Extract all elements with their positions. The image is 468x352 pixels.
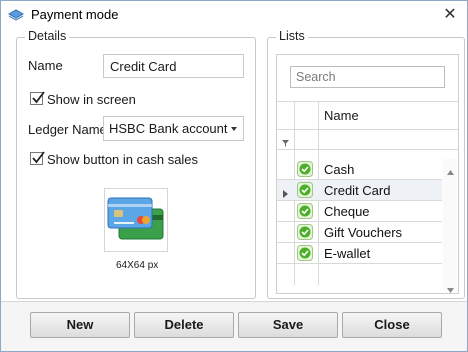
window-title: Payment mode <box>31 7 119 22</box>
scroll-up-icon[interactable] <box>447 163 454 178</box>
list-item[interactable]: Cash <box>277 159 442 180</box>
save-button[interactable]: Save <box>238 312 338 338</box>
list-item[interactable]: Credit Card <box>277 180 442 201</box>
payment-mode-window: Payment mode ✕ Details Name Show in scre… <box>0 0 468 352</box>
search-input[interactable] <box>290 66 445 88</box>
dialog-body: Details Name Show in screen Ledger Name … <box>1 29 467 351</box>
ledger-name-dropdown[interactable]: HSBC Bank account <box>103 116 244 141</box>
show-in-screen-label: Show in screen <box>47 92 136 107</box>
list-item-name: Cash <box>324 162 355 177</box>
close-window-icon[interactable]: ✕ <box>437 2 463 28</box>
show-button-label: Show button in cash sales <box>47 152 199 167</box>
current-row-indicator-icon <box>283 186 288 201</box>
new-button[interactable]: New <box>30 312 130 338</box>
rows-container: Cash Credit Card Cheque Gift Vouchers E-wall… <box>277 159 442 269</box>
close-button[interactable]: Close <box>342 312 442 338</box>
ledger-name-value: HSBC Bank account <box>109 121 228 136</box>
active-check-icon <box>297 182 313 201</box>
name-label: Name <box>28 58 63 73</box>
list-item-name: E-wallet <box>324 246 371 261</box>
payment-mode-icon <box>7 9 25 24</box>
details-legend: Details <box>25 29 70 43</box>
chevron-down-icon <box>231 127 237 131</box>
column-header-name[interactable]: Name <box>324 108 359 123</box>
active-check-icon <box>297 224 313 243</box>
lists-legend: Lists <box>276 29 308 43</box>
show-button-checkbox[interactable] <box>30 151 45 165</box>
delete-button[interactable]: Delete <box>134 312 234 338</box>
active-check-icon <box>297 245 313 264</box>
filter-icon[interactable] <box>282 135 289 150</box>
scroll-down-icon[interactable] <box>447 281 454 296</box>
vertical-scrollbar[interactable] <box>443 159 457 293</box>
list-item-name: Gift Vouchers <box>324 225 403 240</box>
lists-grid: Name Cash Credit Card Cheque Gift Vouchers E… <box>276 54 459 294</box>
list-item-name: Credit Card <box>324 183 391 198</box>
list-item[interactable]: Gift Vouchers <box>277 222 442 243</box>
list-item[interactable]: E-wallet <box>277 243 442 264</box>
credit-card-image <box>107 197 164 240</box>
list-item-name: Cheque <box>324 204 370 219</box>
active-check-icon <box>297 203 313 222</box>
name-field[interactable] <box>103 54 244 78</box>
payment-image[interactable] <box>104 188 168 252</box>
title-bar[interactable]: Payment mode ✕ <box>1 1 467 29</box>
button-bar: New Delete Save Close <box>1 302 467 351</box>
ledger-name-label: Ledger Name <box>28 122 107 137</box>
list-item[interactable]: Cheque <box>277 201 442 222</box>
active-check-icon <box>297 161 313 180</box>
show-in-screen-checkbox[interactable] <box>30 91 45 105</box>
details-group: Details Name Show in screen Ledger Name … <box>16 29 256 299</box>
lists-group: Lists Name Cash Credit Card Cheque Gift Vou… <box>267 29 465 299</box>
image-size-caption: 64X64 px <box>116 260 159 271</box>
